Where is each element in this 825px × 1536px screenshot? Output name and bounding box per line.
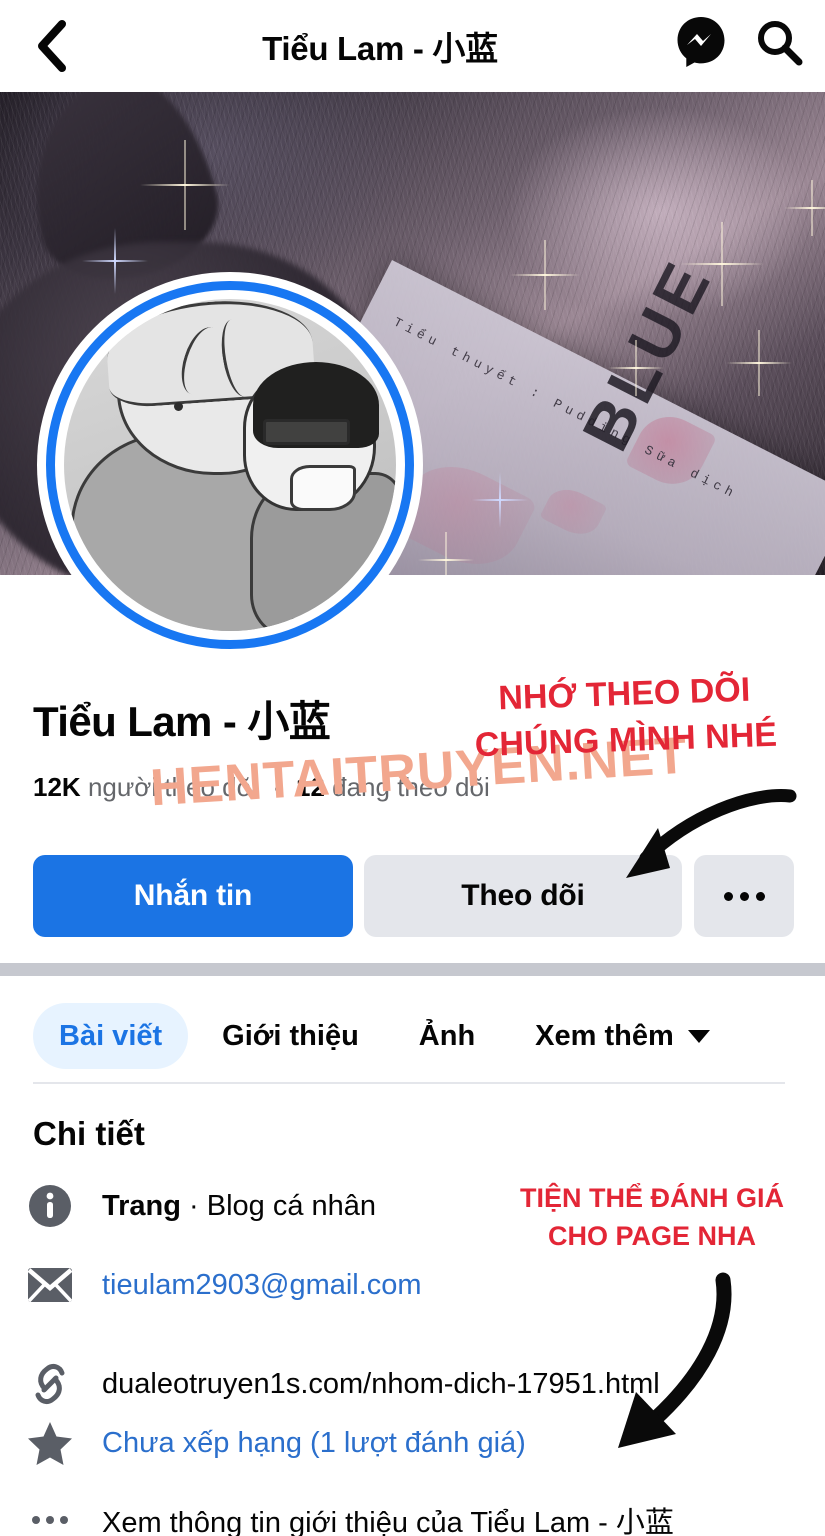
info-circle-icon <box>24 1180 76 1232</box>
tab-about-label: Giới thiệu <box>222 1019 359 1052</box>
section-divider <box>0 963 825 976</box>
tab-photos[interactable]: Ảnh <box>393 1003 501 1069</box>
detail-category-value: Blog cá nhân <box>206 1189 377 1222</box>
detail-row-category[interactable]: Trang · Blog cá nhân <box>24 1178 814 1234</box>
chevron-down-icon <box>687 1029 710 1043</box>
app-header: Tiểu Lam - 小蓝 <box>0 0 825 92</box>
detail-category-separator: · <box>180 1189 207 1222</box>
detail-category-type: Trang <box>102 1189 181 1222</box>
following-count: 12 <box>295 772 325 802</box>
detail-text-rating[interactable]: Chưa xếp hạng (1 lượt đánh giá) <box>102 1427 526 1460</box>
tab-about[interactable]: Giới thiệu <box>196 1003 385 1069</box>
annotation-follow-line1: NHỚ THEO DÕI <box>497 670 751 718</box>
followers-label: người theo dõi <box>87 772 257 802</box>
message-button[interactable]: Nhắn tin <box>33 855 353 937</box>
following-label: đang theo dõi <box>332 772 490 802</box>
tab-posts-label: Bài viết <box>59 1019 163 1052</box>
avatar-collar <box>289 465 357 512</box>
envelope-icon <box>24 1259 76 1311</box>
detail-row-see-about[interactable]: Xem thông tin giới thiệu của Tiểu Lam - … <box>24 1492 814 1536</box>
star-icon <box>24 1417 76 1469</box>
search-icon <box>754 17 804 72</box>
avatar-image <box>64 299 396 631</box>
follower-stats: 12K người theo dõi · 12 đang theo dõi <box>33 772 490 803</box>
avatar-story-ring <box>46 281 414 649</box>
detail-text-website[interactable]: dualeotruyen1s.com/nhom-dich-17951.html <box>102 1368 660 1401</box>
messenger-icon <box>676 16 726 73</box>
follow-button[interactable]: Theo dõi <box>364 855 682 937</box>
detail-text-email[interactable]: tieulam2903@gmail.com <box>102 1269 422 1302</box>
header-actions <box>673 16 807 72</box>
detail-text-category: Trang · Blog cá nhân <box>102 1190 376 1223</box>
avatar-eye <box>173 401 183 411</box>
followers-count: 12K <box>33 772 81 802</box>
avatar-glasses <box>263 418 350 446</box>
tab-photos-label: Ảnh <box>418 1019 476 1052</box>
facebook-page-profile-screen: Tiểu Lam - 小蓝 Tiểu thuyết: Pudding Sữa … <box>0 0 825 1536</box>
stats-separator: · <box>272 772 281 802</box>
profile-action-buttons: Nhắn tin Theo dõi <box>0 855 825 937</box>
details-heading: Chi tiết <box>33 1115 145 1152</box>
more-options-button[interactable] <box>694 855 794 937</box>
detail-row-website[interactable]: dualeotruyen1s.com/nhom-dich-17951.html <box>24 1356 814 1412</box>
annotation-follow-line2: CHÚNG MÌNH NHÉ <box>474 715 778 765</box>
detail-row-email[interactable]: tieulam2903@gmail.com <box>24 1257 814 1313</box>
avatar[interactable] <box>37 272 423 658</box>
detail-row-rating[interactable]: Chưa xếp hạng (1 lượt đánh giá) <box>24 1415 814 1471</box>
tab-posts[interactable]: Bài viết <box>33 1003 189 1069</box>
page-title: Tiểu Lam - 小蓝 <box>262 30 498 67</box>
link-chain-icon <box>24 1358 76 1410</box>
back-button[interactable] <box>22 16 82 76</box>
ellipsis-icon <box>723 891 765 901</box>
messenger-button[interactable] <box>673 16 729 72</box>
search-button[interactable] <box>751 16 807 72</box>
annotation-follow-note: NHỚ THEO DÕI CHÚNG MÌNH NHÉ <box>472 667 777 769</box>
tab-see-more-label: Xem thêm <box>535 1019 674 1052</box>
ellipsis-icon <box>24 1494 76 1536</box>
tabs-underline <box>33 1082 785 1084</box>
tab-see-more[interactable]: Xem thêm <box>509 1003 736 1069</box>
cover-blossom <box>539 481 608 543</box>
detail-text-see-about: Xem thông tin giới thiệu của Tiểu Lam - … <box>102 1507 674 1536</box>
profile-tabs: Bài viết Giới thiệu Ảnh Xem thêm <box>0 998 825 1074</box>
chevron-left-icon <box>35 19 69 73</box>
profile-name: Tiểu Lam - 小蓝 <box>33 698 331 745</box>
